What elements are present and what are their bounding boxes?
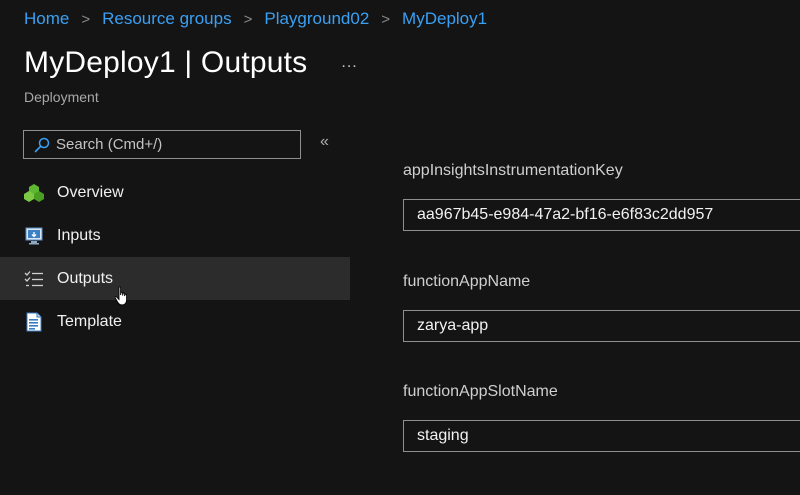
sidebar-item-label: Template xyxy=(57,312,122,330)
hand-cursor-icon xyxy=(114,286,128,306)
breadcrumb: Home > Resource groups > Playground02 > … xyxy=(24,9,487,29)
sidebar-item-overview[interactable]: Overview xyxy=(0,171,350,214)
breadcrumb-home[interactable]: Home xyxy=(24,9,69,29)
search-input[interactable] xyxy=(56,136,300,153)
sidebar-item-label: Overview xyxy=(57,183,124,201)
breadcrumb-separator: > xyxy=(381,10,391,28)
output-field-instrumentation-key: appInsightsInstrumentationKey aa967b45-e… xyxy=(403,162,800,231)
output-label: functionAppName xyxy=(403,273,531,290)
sidebar-item-outputs[interactable]: Outputs xyxy=(0,257,350,300)
overview-icon xyxy=(23,183,45,203)
search-icon xyxy=(34,137,50,152)
sidebar-item-inputs[interactable]: Inputs xyxy=(0,214,350,257)
sidebar-search-box[interactable] xyxy=(23,130,301,159)
page-subtitle: Deployment xyxy=(24,89,99,105)
output-value-box[interactable]: aa967b45-e984-47a2-bf16-e6f83c2dd957 xyxy=(403,199,800,231)
deployment-outputs-page: Home > Resource groups > Playground02 > … xyxy=(0,0,800,495)
output-value-box[interactable]: zarya-app xyxy=(403,310,800,342)
breadcrumb-mydeploy1[interactable]: MyDeploy1 xyxy=(402,9,487,29)
output-field-function-app-slot-name: functionAppSlotName staging xyxy=(403,383,800,452)
breadcrumb-separator: > xyxy=(81,10,91,28)
outputs-icon xyxy=(23,269,45,289)
breadcrumb-separator: > xyxy=(243,10,253,28)
sidebar-item-template[interactable]: Template xyxy=(0,300,350,343)
sidebar-item-label: Outputs xyxy=(57,269,114,287)
output-label: functionAppSlotName xyxy=(403,383,558,400)
sidebar-nav: Overview Inputs Outputs Template xyxy=(0,171,350,343)
more-options-button[interactable]: ... xyxy=(341,54,357,72)
inputs-icon xyxy=(23,226,45,246)
collapse-sidebar-button[interactable]: « xyxy=(320,133,329,151)
title-row: MyDeploy1 | Outputs ... xyxy=(24,46,358,80)
output-value-box[interactable]: staging xyxy=(403,420,800,452)
breadcrumb-resource-groups[interactable]: Resource groups xyxy=(102,9,231,29)
sidebar-item-label: Inputs xyxy=(57,226,101,244)
template-icon xyxy=(23,312,45,332)
breadcrumb-playground02[interactable]: Playground02 xyxy=(264,9,369,29)
page-title: MyDeploy1 | Outputs xyxy=(24,46,308,79)
output-field-function-app-name: functionAppName zarya-app xyxy=(403,273,800,342)
output-label: appInsightsInstrumentationKey xyxy=(403,162,623,179)
